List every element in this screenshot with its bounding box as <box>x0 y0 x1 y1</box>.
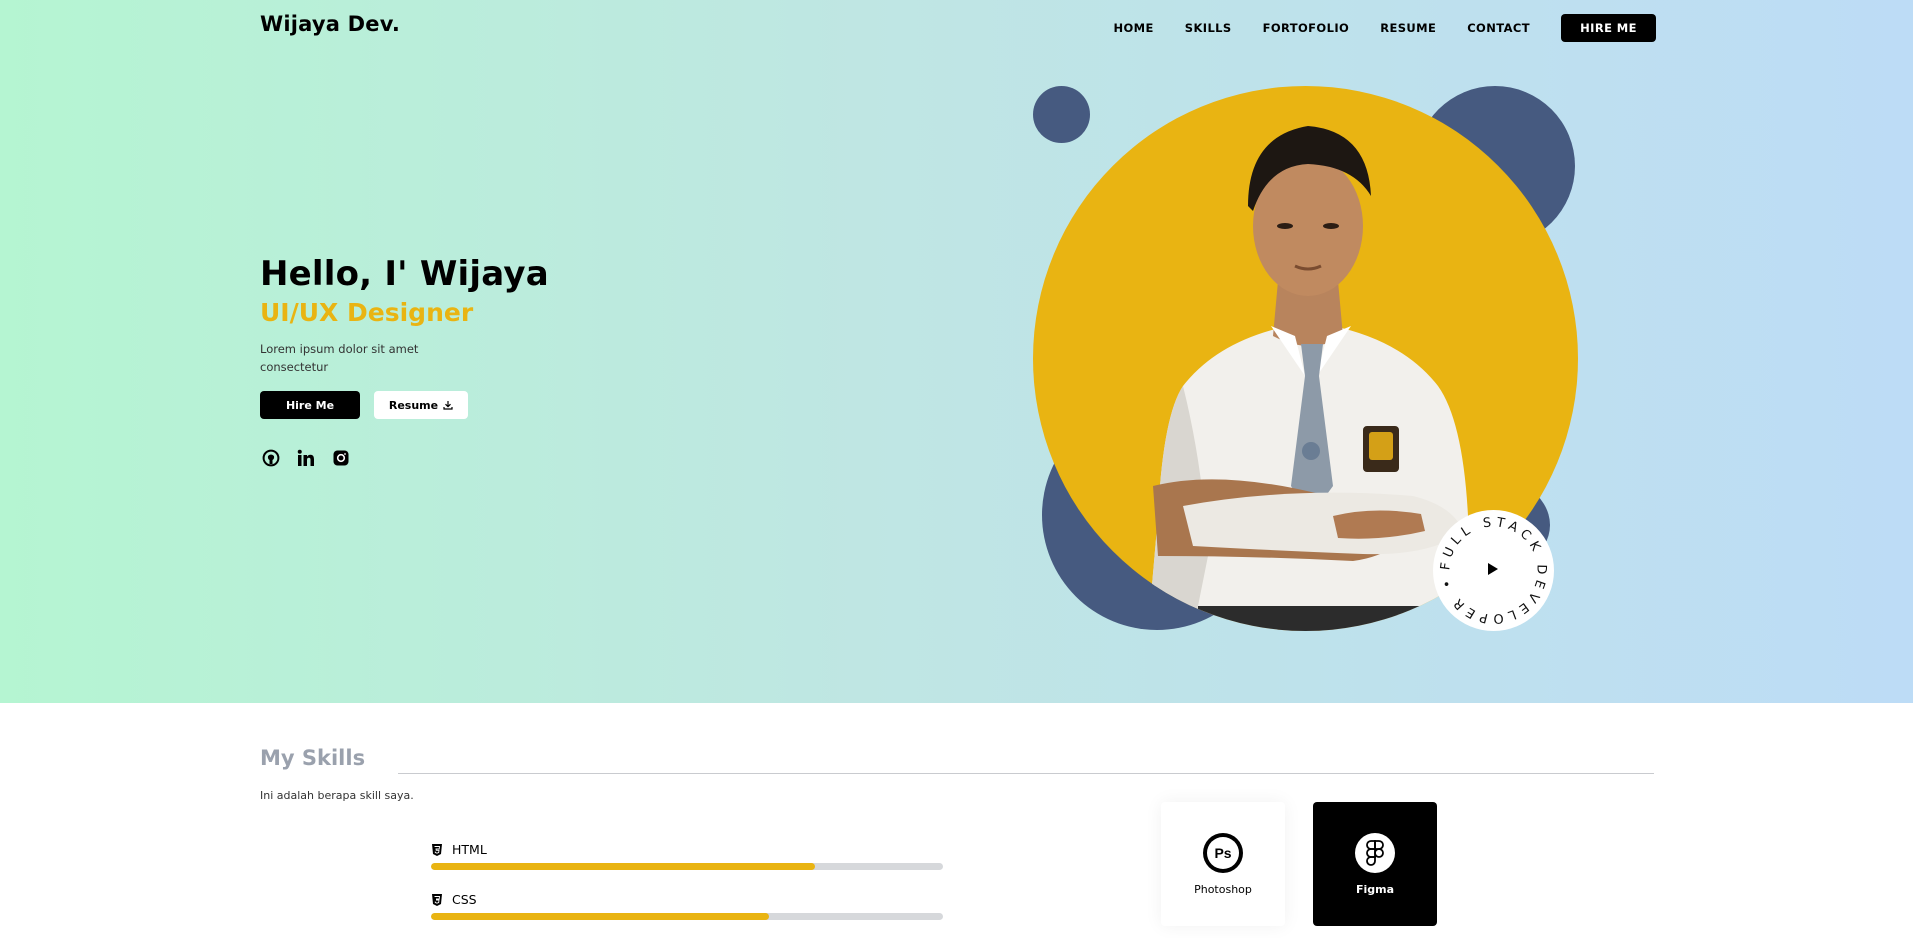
tool-card-photoshop[interactable]: Ps Photoshop <box>1161 802 1285 926</box>
instagram-icon[interactable] <box>331 448 351 468</box>
skill-name: HTML <box>452 842 487 857</box>
skill-name: CSS <box>452 892 477 907</box>
full-stack-developer-badge[interactable]: FULL STACK DEVELOPER • <box>1433 510 1554 631</box>
play-icon[interactable] <box>1488 563 1498 575</box>
resume-button[interactable]: Resume <box>374 391 468 419</box>
skills-subtitle: Ini adalah berapa skill saya. <box>260 789 414 802</box>
skill-progress-bar <box>431 863 943 870</box>
skills-divider <box>398 773 1654 774</box>
tool-name: Figma <box>1355 882 1395 896</box>
hero-description: Lorem ipsum dolor sit amet consectetur <box>260 342 419 374</box>
nav-hire-me-button[interactable]: HIRE ME <box>1561 14 1656 42</box>
download-icon <box>443 401 453 410</box>
tool-card-figma[interactable]: Figma <box>1313 802 1437 926</box>
skill-css: CSS <box>431 892 943 920</box>
figma-icon <box>1355 832 1395 873</box>
skill-progress-fill <box>431 863 815 870</box>
skills-title: My Skills <box>260 746 366 770</box>
hero-role: UI/UX Designer <box>260 298 474 327</box>
site-logo[interactable]: Wijaya Dev. <box>260 12 400 36</box>
skill-html: HTML <box>431 842 943 870</box>
resume-button-label: Resume <box>388 398 439 412</box>
css3-icon <box>431 893 443 906</box>
linkedin-icon[interactable] <box>296 448 316 468</box>
github-icon[interactable] <box>261 448 281 468</box>
nav-skills[interactable]: SKILLS <box>1185 14 1232 42</box>
html5-icon <box>431 843 443 856</box>
hero-title: Hello, I' Wijaya <box>260 254 549 294</box>
nav-contact[interactable]: CONTACT <box>1467 14 1530 42</box>
tool-name: Photoshop <box>1194 882 1252 896</box>
social-links <box>261 448 351 468</box>
skill-progress-fill <box>431 913 769 920</box>
nav-portfolio[interactable]: FORTOFOLIO <box>1263 14 1350 42</box>
nav-resume[interactable]: RESUME <box>1380 14 1436 42</box>
photoshop-icon: Ps <box>1203 832 1243 873</box>
hero-section: Wijaya Dev. HOME SKILLS FORTOFOLIO RESUM… <box>0 0 1913 703</box>
decor-blob-small <box>1033 86 1090 143</box>
skill-progress-bar <box>431 913 943 920</box>
hire-me-button[interactable]: Hire Me <box>260 391 360 419</box>
nav-home[interactable]: HOME <box>1113 14 1153 42</box>
main-nav: HOME SKILLS FORTOFOLIO RESUME CONTACT HI… <box>1082 14 1656 42</box>
